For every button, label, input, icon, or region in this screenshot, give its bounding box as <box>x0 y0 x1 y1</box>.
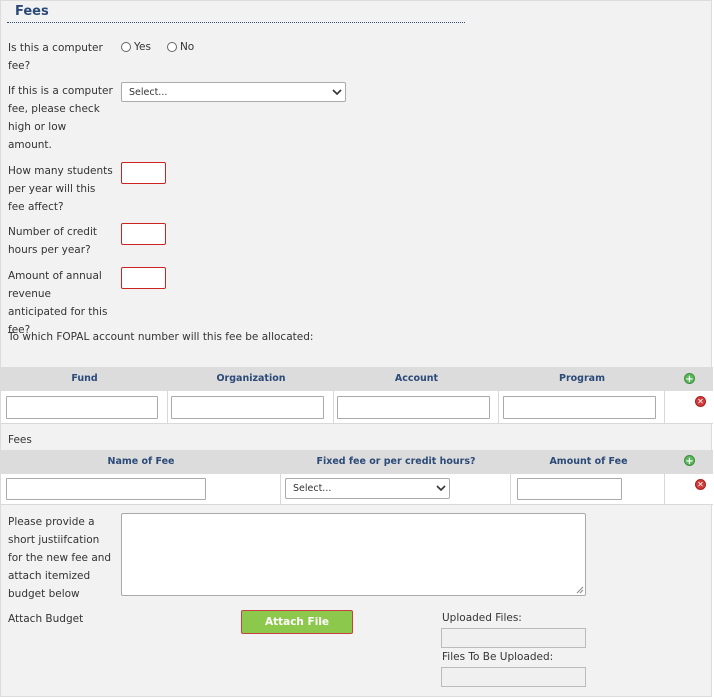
fopal-col-account: Account <box>394 373 439 384</box>
fee-amount-input[interactable] <box>517 478 622 500</box>
computer-fee-radio-group: Yes No <box>121 41 194 53</box>
chevron-down-icon <box>433 479 449 498</box>
account-input[interactable] <box>337 396 490 419</box>
uploaded-files-label: Uploaded Files: <box>442 612 522 624</box>
add-row-icon[interactable]: + <box>684 373 695 385</box>
column-divider <box>664 391 665 424</box>
radio-yes-label[interactable]: Yes <box>134 41 151 53</box>
fees-panel: Fees Is this a computer fee? Yes No If t… <box>0 0 713 697</box>
files-to-upload-box <box>441 667 586 687</box>
fopal-col-organization: Organization <box>216 373 286 384</box>
fees-col-name: Name of Fee <box>107 456 175 467</box>
high-low-label: If this is a computer fee, please check … <box>8 85 113 151</box>
credit-hours-input[interactable] <box>121 223 166 245</box>
justification-textarea[interactable] <box>121 513 586 596</box>
add-row-icon[interactable]: + <box>684 455 695 467</box>
fee-type-select-value: Select... <box>293 483 332 494</box>
justification-label: Please provide a short justiifcation for… <box>8 516 112 600</box>
students-input[interactable] <box>121 162 166 184</box>
title-divider <box>7 22 465 23</box>
program-input[interactable] <box>503 396 656 419</box>
column-divider <box>664 474 665 505</box>
attach-budget-label: Attach Budget <box>8 613 84 625</box>
chevron-down-icon <box>329 83 345 101</box>
column-divider <box>280 474 281 505</box>
uploaded-files-box <box>441 628 586 648</box>
delete-row-icon[interactable]: ✕ <box>695 396 706 407</box>
fopal-col-program: Program <box>559 373 605 384</box>
section-title: Fees <box>15 4 49 19</box>
fees-table-row: Select... ✕ <box>1 474 713 505</box>
column-divider <box>333 391 334 424</box>
radio-no[interactable]: No <box>166 41 194 53</box>
fees-table-label: Fees <box>8 434 32 446</box>
fees-col-amount: Amount of Fee <box>549 456 628 467</box>
fees-col-type: Fixed fee or per credit hours? <box>316 456 476 467</box>
high-low-select[interactable]: Select... <box>121 82 346 102</box>
fopal-label: To which FOPAL account number will this … <box>8 331 314 343</box>
computer-fee-label: Is this a computer fee? <box>8 42 103 72</box>
fopal-col-fund: Fund <box>71 373 98 384</box>
column-divider <box>510 474 511 505</box>
radio-yes[interactable]: Yes <box>121 41 151 53</box>
students-label: How many students per year will this fee… <box>8 165 113 213</box>
radio-yes-circle[interactable] <box>121 42 131 52</box>
fund-input[interactable] <box>6 396 158 419</box>
fee-name-input[interactable] <box>6 478 206 500</box>
column-divider <box>167 391 168 424</box>
radio-no-circle[interactable] <box>166 42 177 52</box>
credit-hours-label: Number of credit hours per year? <box>8 226 97 256</box>
radio-no-label[interactable]: No <box>180 41 194 53</box>
fopal-table-header: Fund Organization Account Program + <box>1 367 713 391</box>
fees-table-header: Name of Fee Fixed fee or per credit hour… <box>1 450 713 474</box>
attach-file-button[interactable]: Attach File <box>241 610 353 634</box>
files-to-upload-label: Files To Be Uploaded: <box>442 651 554 663</box>
delete-row-icon[interactable]: ✕ <box>695 479 706 490</box>
organization-input[interactable] <box>171 396 324 419</box>
resize-grip-icon[interactable] <box>576 586 584 594</box>
revenue-input[interactable] <box>121 267 166 289</box>
high-low-select-value: Select... <box>129 86 168 98</box>
fee-type-select[interactable]: Select... <box>285 478 450 499</box>
fopal-table-row: ✕ <box>1 391 713 424</box>
column-divider <box>498 391 499 424</box>
